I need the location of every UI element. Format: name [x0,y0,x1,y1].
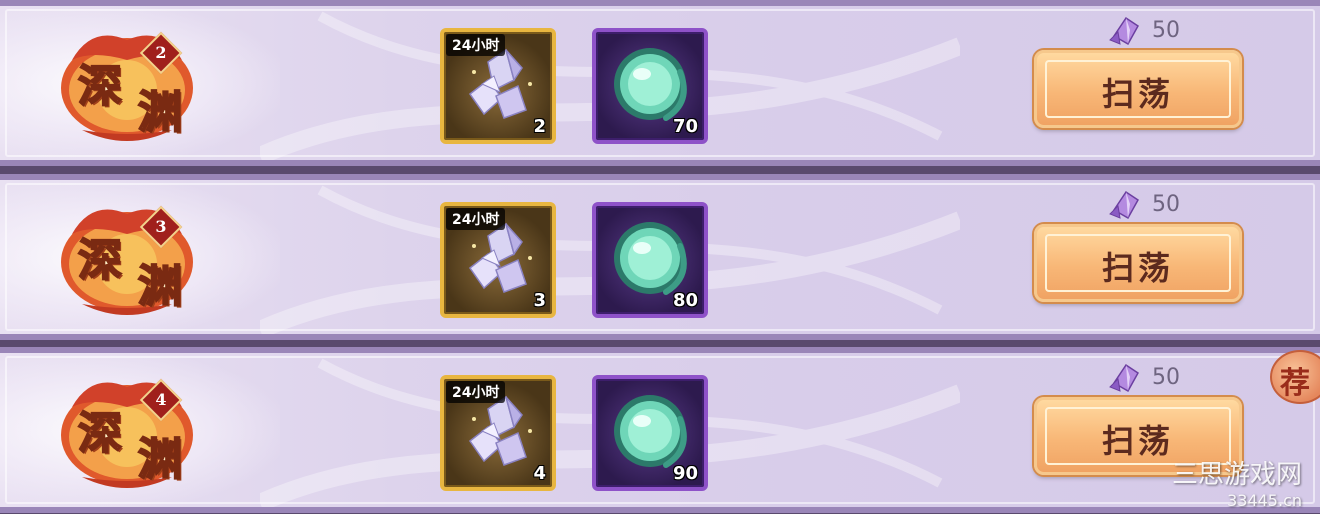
reward-slot-crystal[interactable]: 24小时 2 [440,28,556,144]
emblem-char-1: 深 [77,60,123,113]
abyss-stage-emblem: 深 渊 2 [52,20,202,150]
reward-count: 70 [672,116,698,137]
abyss-stage-emblem: 深 渊 4 [52,367,202,497]
sweep-button-label: 扫荡 [1101,249,1174,287]
abyss-stage-row: 深 渊 2 24小时 2 70 50 扫荡 [0,0,1320,166]
reward-slot-orb[interactable]: 70 [592,28,708,144]
reward-count: 3 [533,290,546,311]
sweep-cost-value: 50 [1152,18,1180,43]
reward-slot-crystal[interactable]: 24小时 3 [440,202,556,318]
sweep-button[interactable]: 扫荡 [1034,224,1242,302]
reward-slot-orb[interactable]: 90 [592,375,708,491]
reward-duration-tag: 24小时 [446,208,506,230]
reward-duration-tag: 24小时 [446,34,506,56]
emblem-char-1: 深 [77,407,123,460]
reward-count: 90 [672,463,698,484]
stage-level-number: 4 [155,390,167,409]
abyss-stage-row: 深 渊 4 24小时 4 90 50 扫荡 [0,347,1320,513]
reward-count: 4 [533,463,546,484]
emblem-char-2: 渊 [137,86,183,139]
reward-slot-crystal[interactable]: 24小时 4 [440,375,556,491]
stage-level-number: 3 [155,217,167,236]
reward-count: 80 [672,290,698,311]
stage-level-number: 2 [155,43,167,62]
emblem-char-1: 深 [77,234,123,287]
sweep-cost-value: 50 [1152,192,1180,217]
abyss-stage-row: 深 渊 3 24小时 3 80 50 扫荡 [0,174,1320,340]
sweep-cost-value: 50 [1152,365,1180,390]
watermark-title: 三思游戏网 [1171,460,1302,490]
abyss-stage-emblem: 深 渊 3 [52,194,202,324]
reward-duration-tag: 24小时 [446,381,506,403]
purple-crystal-icon [1109,190,1139,220]
recommend-badge-label: 荐 [1280,366,1310,401]
emblem-char-2: 渊 [137,433,183,486]
purple-crystal-icon [1109,16,1139,46]
reward-slot-orb[interactable]: 80 [592,202,708,318]
purple-crystal-icon [1109,363,1139,393]
sweep-button[interactable]: 扫荡 [1034,50,1242,128]
sweep-button-label: 扫荡 [1101,75,1174,113]
emblem-char-2: 渊 [137,260,183,313]
reward-count: 2 [533,116,546,137]
site-watermark: 三思游戏网 33445.cn [1172,454,1302,510]
watermark-domain: 33445.cn [1227,491,1302,510]
